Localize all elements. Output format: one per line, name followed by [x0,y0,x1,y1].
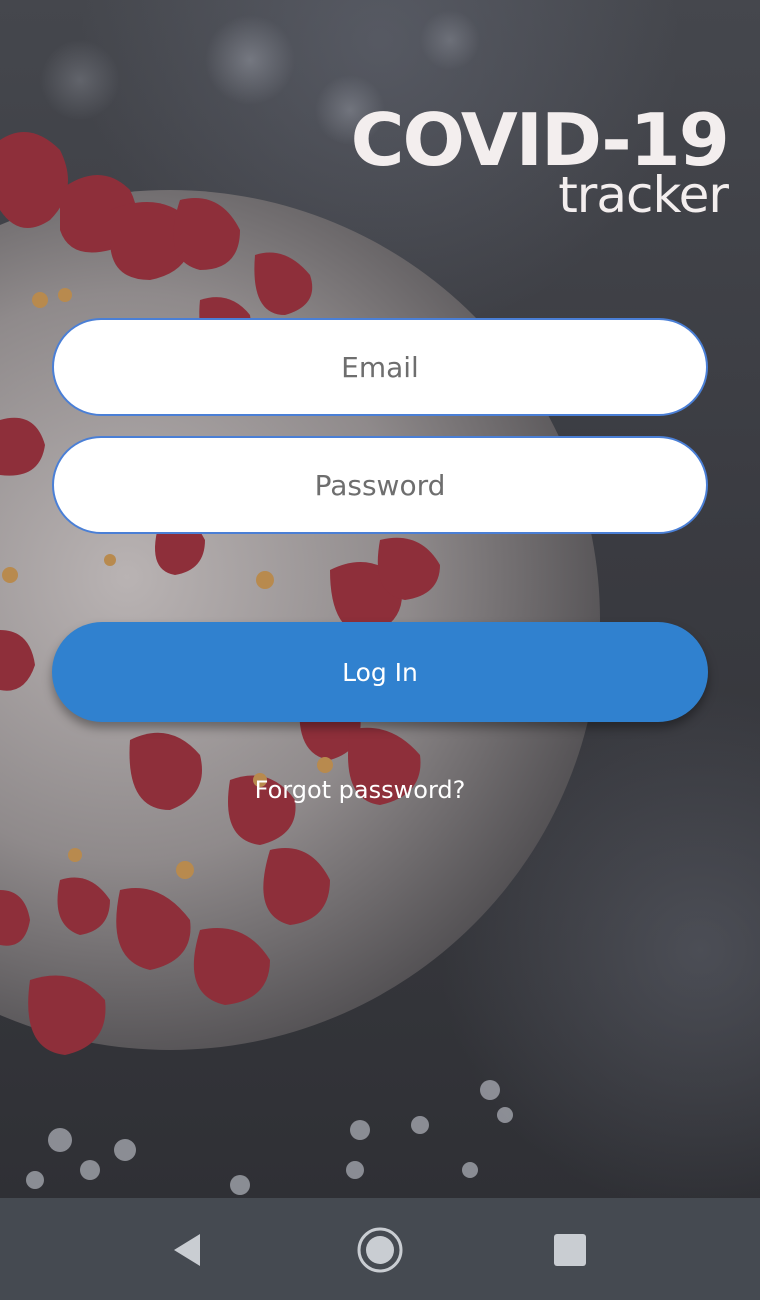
home-circle-icon [357,1227,403,1273]
password-input[interactable] [54,437,706,533]
covid-tracker-logo: COVID-19 tracker [351,104,730,220]
home-button[interactable] [350,1220,410,1280]
recent-apps-square-icon [554,1234,586,1266]
login-screen: COVID-19 tracker Log In Forgot password? [0,0,760,1300]
back-button[interactable] [158,1220,218,1280]
system-navigation-bar [0,1198,760,1300]
email-field-container[interactable] [52,318,708,416]
back-triangle-icon [174,1234,200,1266]
logo-title: COVID-19 [350,98,730,182]
recent-apps-button[interactable] [540,1220,600,1280]
login-button[interactable]: Log In [52,622,708,722]
email-input[interactable] [54,319,706,415]
password-field-container[interactable] [52,436,708,534]
forgot-password-link[interactable]: Forgot password? [0,776,720,804]
